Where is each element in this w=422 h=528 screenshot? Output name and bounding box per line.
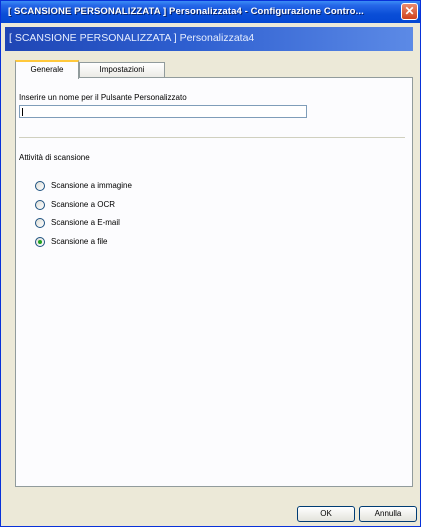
radio-scan-to-image[interactable] xyxy=(35,181,45,191)
radio-scan-to-email-label[interactable]: Scansione a E-mail xyxy=(51,218,120,227)
title-bar[interactable]: [ SCANSIONE PERSONALIZZATA ] Personalizz… xyxy=(1,1,420,23)
ok-button[interactable]: OK xyxy=(297,506,355,522)
tab-panel xyxy=(15,77,413,487)
dialog-window: [ SCANSIONE PERSONALIZZATA ] Personalizz… xyxy=(0,0,421,527)
tab-generale-label: Generale xyxy=(30,65,64,74)
radio-scan-to-ocr-label[interactable]: Scansione a OCR xyxy=(51,200,115,209)
text-caret xyxy=(22,108,23,116)
radio-scan-to-file[interactable] xyxy=(35,237,45,247)
page-header: [ SCANSIONE PERSONALIZZATA ] Personalizz… xyxy=(5,27,413,51)
close-icon: ✕ xyxy=(404,4,415,18)
radio-scan-to-file-label[interactable]: Scansione a file xyxy=(51,237,107,246)
scan-activity-label: Attività di scansione xyxy=(19,153,90,162)
cancel-button[interactable]: Annulla xyxy=(359,506,417,522)
tab-impostazioni-label: Impostazioni xyxy=(99,65,145,74)
header-title: [ SCANSIONE PERSONALIZZATA ] Personalizz… xyxy=(9,32,255,44)
name-field-label: Inserire un nome per il Pulsante Persona… xyxy=(19,93,187,102)
tab-generale[interactable]: Generale xyxy=(15,60,79,79)
radio-scan-to-image-label[interactable]: Scansione a immagine xyxy=(51,181,132,190)
button-name-input[interactable] xyxy=(19,105,307,118)
radio-scan-to-email[interactable] xyxy=(35,218,45,228)
radio-selected-dot xyxy=(38,240,42,244)
radio-scan-to-ocr[interactable] xyxy=(35,200,45,210)
window-title: [ SCANSIONE PERSONALIZZATA ] Personalizz… xyxy=(8,6,364,17)
tab-impostazioni[interactable]: Impostazioni xyxy=(79,62,165,77)
close-button[interactable]: ✕ xyxy=(401,3,418,20)
section-divider xyxy=(19,137,405,138)
